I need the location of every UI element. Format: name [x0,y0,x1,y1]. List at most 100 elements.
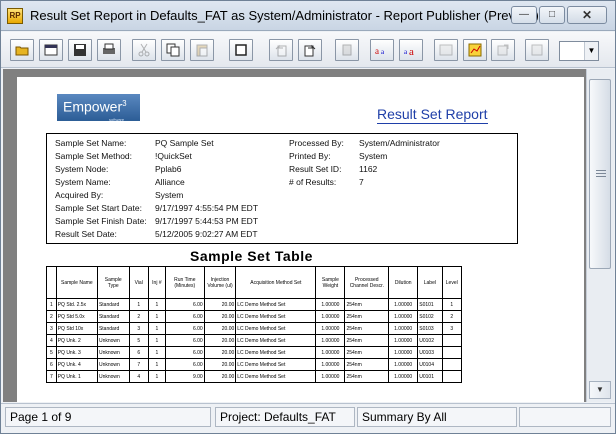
table-cell: 6.00 [164,298,205,311]
scrollbar-thumb[interactable] [589,79,611,269]
table-cell: 1.00000 [315,310,346,323]
scroll-down-button[interactable]: ▼ [589,381,611,399]
info-value: 5/12/2005 9:02:27 AM EDT [155,229,258,239]
font-smaller-button[interactable]: aa [370,39,394,61]
report-title: Result Set Report [377,106,488,124]
table-cell: 6.00 [164,346,205,359]
info-value: PQ Sample Set [155,138,214,148]
table-header-cell: Injection Volume (ul) [203,266,237,299]
lock-button[interactable] [335,39,359,61]
table-cell: 6 [46,358,57,371]
minimize-button[interactable]: — [511,6,537,24]
table-cell: 254nm [344,322,390,335]
table-cell: Unknown [96,346,130,359]
info-label: Sample Set Finish Date: [55,216,147,226]
open-folder-button[interactable] [10,39,34,61]
maximize-button[interactable]: □ [539,6,565,24]
save-button[interactable] [68,39,92,61]
window-icon [44,43,58,57]
table-header-cell: Inj # [147,266,166,299]
chart-button[interactable] [463,39,487,61]
table-cell: 1.00000 [388,346,419,359]
info2-values: System/Administrator System 1162 7 [359,137,440,189]
table-cell: 3 [128,322,149,335]
grip-line [596,173,606,174]
table-cell: LC Demo Method Set [235,298,317,311]
export-icon [496,43,510,57]
undo-button[interactable] [269,39,293,61]
table-cell: Unknown [96,370,130,383]
close-button[interactable]: ✕ [567,6,607,24]
table-row: 2 PQ Std 5.0x Standard 2 1 6.00 20.00 LC Demo M… [46,310,462,323]
image-button[interactable] [434,39,458,61]
frame-button[interactable] [229,39,253,61]
font-larger-button[interactable]: aa [399,39,423,61]
table-header-cell: Label [417,266,443,299]
vertical-scrollbar[interactable]: ▲ ▼ [586,69,614,402]
table-cell: PQ Unk. 2 [55,334,98,347]
table-cell: 1 [46,298,57,311]
chevron-down-icon[interactable]: ▼ [584,42,598,60]
table-cell: 1.00000 [315,322,346,335]
copy-button[interactable] [161,39,185,61]
table-header-cell: Run Time (Minutes) [164,266,205,299]
table-cell: 254nm [344,346,390,359]
info2-labels: Processed By: Printed By: Result Set ID: # … [289,137,344,189]
cut-icon [137,43,151,57]
svg-text:a: a [404,48,408,56]
info-label: Sample Set Start Date: [55,203,142,213]
table-cell: 20.00 [203,310,237,323]
table-cell: Standard [96,298,130,311]
toolbar: aaaa ▼ [1,32,615,68]
table-cell: 5 [46,346,57,359]
table-header-cell: Processed Channel Descr. [344,266,390,299]
svg-text:a: a [381,48,385,56]
settings-button[interactable] [525,39,549,61]
info-label: Sample Set Method: [55,151,133,161]
table-cell: 2 [128,310,149,323]
table-header-cell: Sample Name [55,266,98,299]
table-header-row: Sample Name Sample Type Vial Inj # Run Time … [46,266,462,299]
table-cell: LC Demo Method Set [235,370,317,383]
copy-icon [166,43,180,57]
status-extra [519,407,611,427]
info-value: !QuickSet [155,151,192,161]
table-header-cell: Level [441,266,462,299]
table-cell: S0103 [417,322,443,335]
table-cell: 7 [128,358,149,371]
export-button[interactable] [491,39,515,61]
table-cell: 4 [128,370,149,383]
report-publisher-icon[interactable]: RP [7,8,23,24]
zoom-select[interactable]: ▼ [559,41,599,61]
svg-text:a: a [409,46,414,57]
sample-set-table-title: Sample Set Table [190,248,313,264]
status-summary: Summary By All [357,407,517,427]
table-cell: 1.00000 [388,298,419,311]
cut-button[interactable] [132,39,156,61]
info-label: System Node: [55,164,109,174]
info-label: System Name: [55,177,111,187]
print-button[interactable] [97,39,121,61]
info-label: # of Results: [289,177,337,187]
save-icon [73,43,87,57]
table-cell: 1 [147,298,166,311]
info-label: Processed By: [289,138,344,148]
table-cell: 6 [128,346,149,359]
table-cell: 1.00000 [388,358,419,371]
redo-button[interactable] [298,39,322,61]
table-cell: 1 [147,322,166,335]
preview-area: Empower3 software Result Set Report Samp… [3,69,586,402]
info-labels: Sample Set Name: Sample Set Method: System… [55,137,147,241]
table-cell: 254nm [344,370,390,383]
table-cell: 6.00 [164,322,205,335]
logo-version: 3 [122,99,127,108]
table-header-cell: Vial [128,266,149,299]
table-cell: 2 [441,310,462,323]
info-label: Result Set ID: [289,164,342,174]
table-cell: 1.00000 [388,310,419,323]
table-row: 7 PQ Unk. 1 Unknown 4 1 9.00 20.00 LC Demo Meth… [46,370,462,383]
paste-button[interactable] [190,39,214,61]
table-cell: 6.00 [164,334,205,347]
table-cell: Unknown [96,358,130,371]
window-button[interactable] [39,39,63,61]
